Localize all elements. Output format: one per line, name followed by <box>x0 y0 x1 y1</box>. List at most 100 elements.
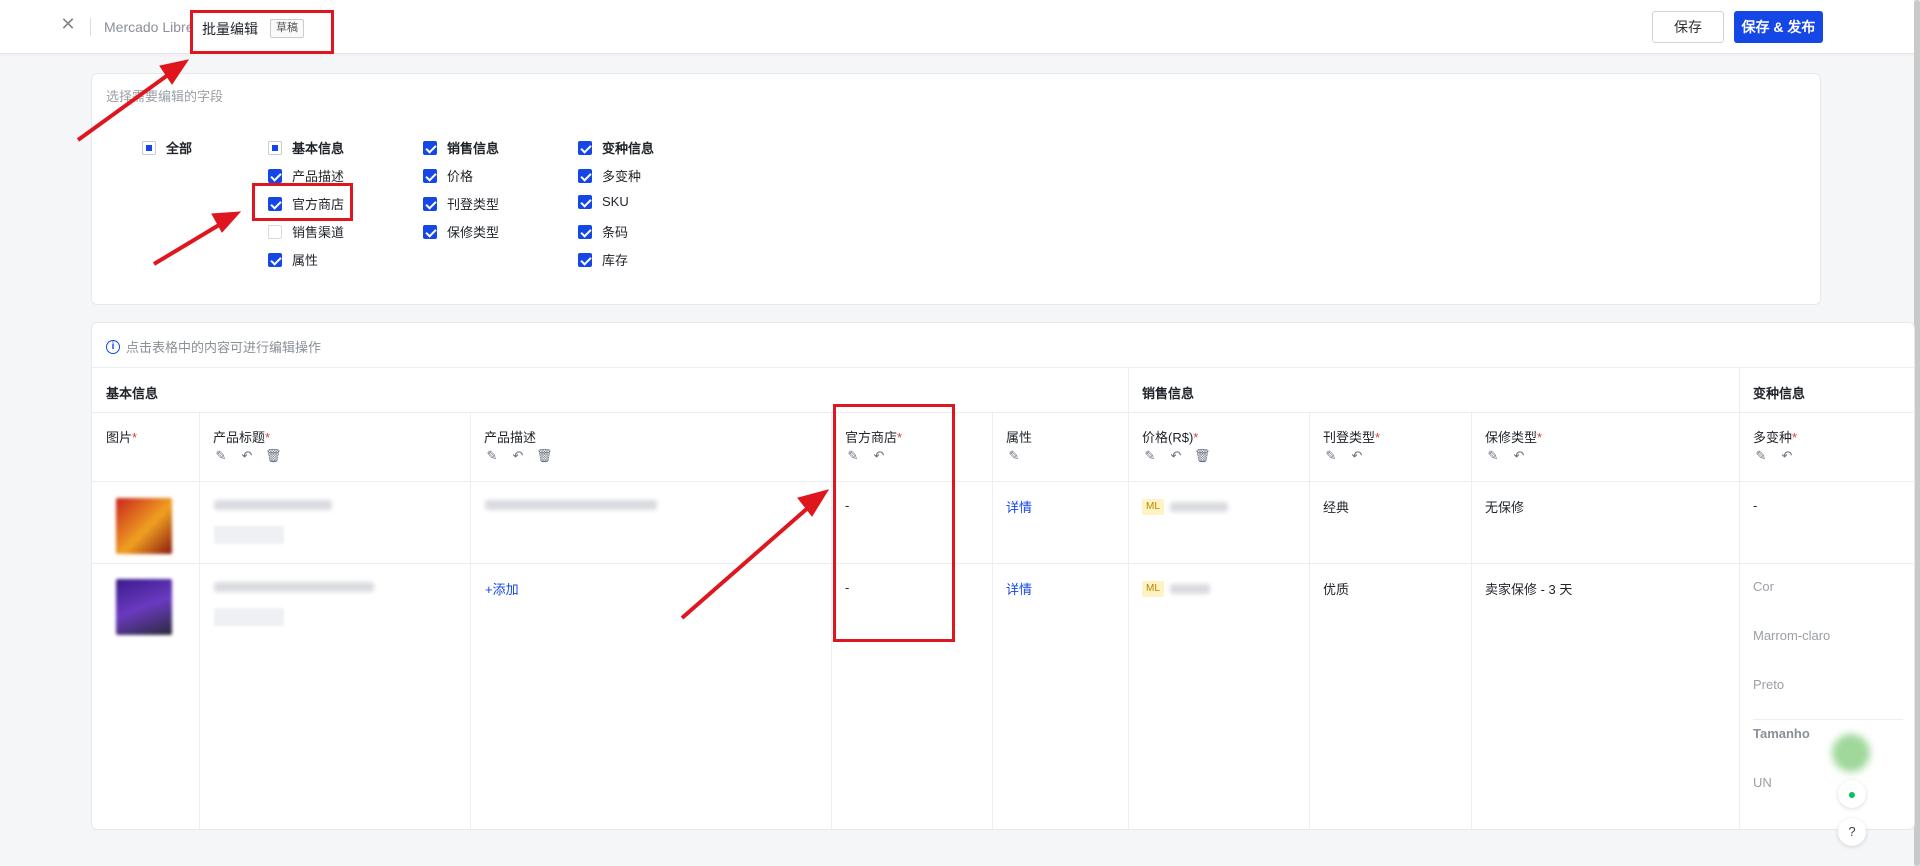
listing-type-cell[interactable]: 优质 <box>1323 579 1349 598</box>
undo-icon[interactable]: ↶ <box>1511 448 1527 464</box>
checkbox-sales-channel[interactable]: 销售渠道 <box>268 222 344 241</box>
warranty-cell[interactable]: 无保修 <box>1485 497 1524 516</box>
checkbox-warranty-type[interactable]: 保修类型 <box>423 222 499 241</box>
divider <box>1471 412 1472 829</box>
variant-attr-name: Cor <box>1753 579 1774 594</box>
column-header-attributes: 属性 <box>1006 430 1033 445</box>
ml-badge: ML <box>1142 581 1164 597</box>
checkbox-indeterminate-icon[interactable] <box>268 140 282 155</box>
column-header-title: 产品标题* <box>213 430 271 445</box>
checkbox-group-variant[interactable]: 变种信息 <box>578 138 654 157</box>
product-title[interactable] <box>214 500 332 510</box>
column-header-image: 图片* <box>106 430 138 445</box>
undo-icon[interactable]: ↶ <box>1168 448 1184 464</box>
divider <box>199 412 200 829</box>
undo-icon[interactable]: ↶ <box>239 448 255 464</box>
checkbox-checked-icon[interactable] <box>578 194 592 209</box>
column-actions: ✎ ↶ 🗑 <box>1142 448 1211 464</box>
checkbox-label: 条码 <box>602 225 629 240</box>
column-header-listing-type: 刊登类型* <box>1323 430 1381 445</box>
checkbox-unchecked-icon[interactable] <box>268 224 282 239</box>
column-actions: ✎ ↶ 🗑 <box>213 448 282 464</box>
edit-icon[interactable]: ✎ <box>1485 448 1501 464</box>
checkbox-all[interactable]: 全部 <box>142 138 192 157</box>
edit-icon[interactable]: ✎ <box>1753 448 1769 464</box>
variant-attr-name: Tamanho <box>1753 726 1810 741</box>
checkbox-checked-icon[interactable] <box>578 140 592 155</box>
divider <box>1128 367 1129 829</box>
divider <box>470 412 471 829</box>
checkbox-sku[interactable]: SKU <box>578 194 629 209</box>
checkbox-checked-icon[interactable] <box>423 140 437 155</box>
product-image[interactable] <box>116 579 172 635</box>
column-header-price: 价格(R$)* <box>1142 430 1199 445</box>
checkbox-stock[interactable]: 库存 <box>578 250 628 269</box>
divider <box>831 412 832 829</box>
divider <box>92 367 1914 368</box>
warranty-cell[interactable]: 卖家保修 - 3 天 <box>1485 579 1572 598</box>
checkbox-checked-icon[interactable] <box>578 252 592 267</box>
checkbox-indeterminate-icon[interactable] <box>142 140 156 155</box>
checkbox-group-basic[interactable]: 基本信息 <box>268 138 344 157</box>
edit-icon[interactable]: ✎ <box>1323 448 1339 464</box>
edit-icon[interactable]: ✎ <box>213 448 229 464</box>
chat-icon[interactable]: ● <box>1838 780 1866 808</box>
attributes-detail-link[interactable]: 详情 <box>1006 497 1032 516</box>
edit-icon[interactable]: ✎ <box>1142 448 1158 464</box>
trash-icon[interactable]: 🗑 <box>536 448 553 464</box>
checkbox-checked-icon[interactable] <box>578 168 592 183</box>
checkbox-barcode[interactable]: 条码 <box>578 222 628 241</box>
annotation-box <box>252 183 353 221</box>
trash-icon[interactable]: 🗑 <box>1194 448 1211 464</box>
checkbox-label: 变种信息 <box>602 141 655 156</box>
divider <box>1309 412 1310 829</box>
checkbox-group-sales[interactable]: 销售信息 <box>423 138 499 157</box>
undo-icon[interactable]: ↶ <box>510 448 526 464</box>
checkbox-checked-icon[interactable] <box>423 196 437 211</box>
edit-icon[interactable]: ✎ <box>1006 448 1022 464</box>
close-icon[interactable]: ✕ <box>58 14 78 34</box>
breadcrumb-store[interactable]: Mercado Libre <box>104 19 194 35</box>
save-button[interactable]: 保存 <box>1652 11 1724 43</box>
price-value[interactable] <box>1170 584 1210 594</box>
checkbox-multi-variant[interactable]: 多变种 <box>578 166 641 185</box>
group-header-variant: 变种信息 <box>1753 386 1806 401</box>
checkbox-checked-icon[interactable] <box>268 252 282 267</box>
add-description-link[interactable]: +添加 <box>485 579 519 598</box>
undo-icon[interactable]: ↶ <box>1779 448 1795 464</box>
checkbox-checked-icon[interactable] <box>268 168 282 183</box>
edit-icon[interactable]: ✎ <box>484 448 500 464</box>
checkbox-listing-type[interactable]: 刊登类型 <box>423 194 499 213</box>
variants-cell[interactable]: - <box>1753 498 1757 513</box>
checkbox-checked-icon[interactable] <box>423 168 437 183</box>
column-actions: ✎ <box>1006 448 1022 464</box>
divider <box>992 412 993 829</box>
checkbox-label: 库存 <box>602 253 629 268</box>
column-actions: ✎ ↶ <box>1753 448 1795 464</box>
variant-value: Preto <box>1753 677 1785 692</box>
checkbox-checked-icon[interactable] <box>423 224 437 239</box>
undo-icon[interactable]: ↶ <box>1349 448 1365 464</box>
column-actions: ✎ ↶ <box>1323 448 1365 464</box>
product-description[interactable] <box>485 500 657 510</box>
price-value[interactable] <box>1170 502 1228 512</box>
save-and-publish-button[interactable]: 保存 & 发布 <box>1734 11 1823 43</box>
checkbox-price[interactable]: 价格 <box>423 166 473 185</box>
edit-table-card: i 点击表格中的内容可进行编辑操作 基本信息 销售信息 变种信息 图片* 产品标… <box>91 322 1915 830</box>
column-actions: ✎ ↶ <box>1485 448 1527 464</box>
column-actions: ✎ ↶ 🗑 <box>484 448 553 464</box>
checkbox-label: 保修类型 <box>447 225 500 240</box>
annotation-box <box>833 404 955 642</box>
checkbox-checked-icon[interactable] <box>578 224 592 239</box>
trash-icon[interactable]: 🗑 <box>265 448 282 464</box>
avatar[interactable] <box>1832 734 1870 772</box>
listing-type-cell[interactable]: 经典 <box>1323 497 1349 516</box>
checkbox-attributes[interactable]: 属性 <box>268 250 318 269</box>
product-title[interactable] <box>214 582 374 592</box>
product-image[interactable] <box>116 498 172 554</box>
column-header-description: 产品描述 <box>484 430 537 445</box>
help-icon[interactable]: ? <box>1838 818 1866 846</box>
group-header-sales: 销售信息 <box>1142 386 1195 401</box>
attributes-detail-link[interactable]: 详情 <box>1006 579 1032 598</box>
divider <box>1753 719 1903 720</box>
